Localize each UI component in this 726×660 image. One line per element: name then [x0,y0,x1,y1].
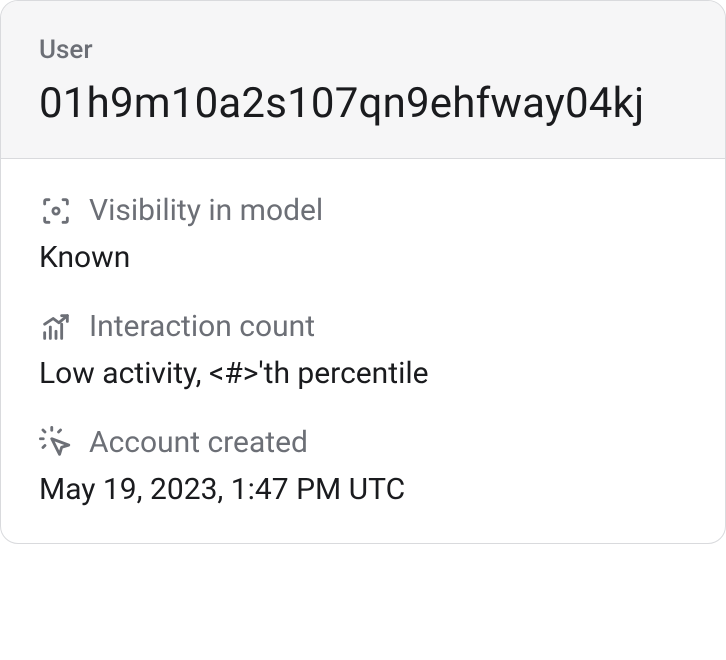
created-label-row: Account created [39,425,687,460]
created-row: Account created May 19, 2023, 1:47 PM UT… [39,425,687,507]
created-value: May 19, 2023, 1:47 PM UTC [39,472,687,507]
card-body: Visibility in model Known Inte [1,159,725,543]
interaction-row: Interaction count Low activity, <#>'th p… [39,309,687,391]
visibility-value: Known [39,240,687,275]
header-label: User [39,35,687,65]
created-label: Account created [89,425,308,460]
card-header: User 01h9m10a2s107qn9ehfway04kj [1,1,725,159]
user-card: User 01h9m10a2s107qn9ehfway04kj Visibili… [0,0,726,544]
visibility-row: Visibility in model Known [39,193,687,275]
cursor-click-icon [39,426,73,460]
visibility-label: Visibility in model [89,193,323,228]
interaction-label: Interaction count [89,309,315,344]
visibility-label-row: Visibility in model [39,193,687,228]
scan-eye-icon [39,194,73,228]
interaction-value: Low activity, <#>'th percentile [39,356,687,391]
interaction-label-row: Interaction count [39,309,687,344]
user-id-value: 01h9m10a2s107qn9ehfway04kj [39,79,687,128]
chart-growth-icon [39,310,73,344]
